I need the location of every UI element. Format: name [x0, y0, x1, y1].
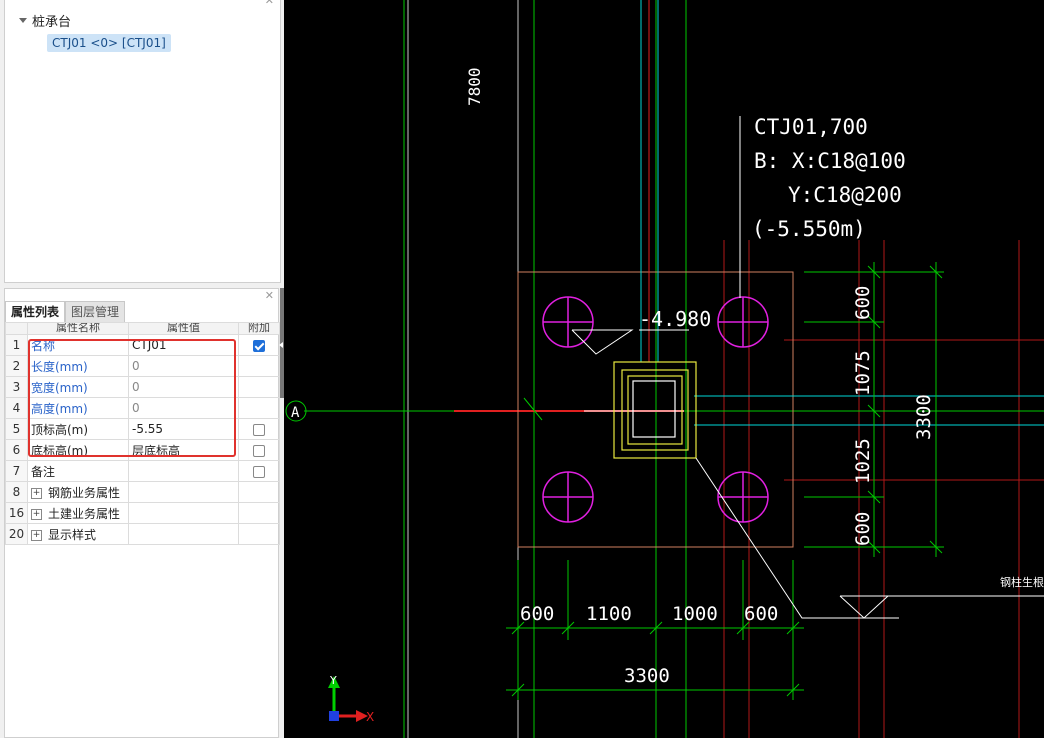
table-row[interactable]: 16 + 土建业务属性: [5, 502, 280, 524]
close-icon[interactable]: ✕: [265, 289, 274, 302]
checkbox[interactable]: [253, 423, 265, 436]
column-header-extra: 附加: [238, 322, 280, 335]
checkbox[interactable]: [253, 465, 265, 478]
dim-right-2: 1075: [852, 350, 874, 396]
green-grid: [403, 0, 687, 738]
cad-drawing-canvas[interactable]: A -4.980 CTJ01,700 B: X:C18@100 Y:C18@20…: [284, 0, 1044, 738]
level-label: -4.980: [639, 307, 711, 331]
group-label: 土建业务属性: [48, 506, 121, 521]
extra-cell: [238, 439, 280, 461]
note-line-4: (-5.550m): [752, 217, 866, 241]
component-tree: ✕ 桩承台 CTJ01 <0> [CTJ01]: [4, 0, 281, 283]
extra-cell: [238, 481, 280, 503]
ucs-x-label: X: [366, 710, 374, 724]
row-number: 16: [5, 502, 28, 524]
property-value[interactable]: [128, 460, 239, 482]
tree-node-root[interactable]: 桩承台: [19, 11, 71, 30]
collapse-arrow-icon[interactable]: [279, 342, 283, 348]
collapse-arrow-icon[interactable]: [19, 18, 27, 23]
extra-cell: [238, 355, 280, 377]
note-line-2: B: X:C18@100: [754, 149, 906, 173]
group-label: 钢筋业务属性: [48, 485, 121, 500]
property-group[interactable]: + 土建业务属性: [27, 502, 129, 524]
extra-cell: [238, 523, 280, 545]
property-group[interactable]: + 钢筋业务属性: [27, 481, 129, 503]
property-value: [128, 523, 239, 545]
column-header-name: 属性名称: [27, 322, 129, 335]
extra-cell: [238, 460, 280, 482]
property-value: [128, 502, 239, 524]
property-group[interactable]: + 显示样式: [27, 523, 129, 545]
expand-icon[interactable]: +: [31, 529, 42, 541]
row-number: 4: [5, 397, 28, 419]
group-label: 显示样式: [48, 527, 97, 542]
tree-node-child[interactable]: CTJ01 <0> [CTJ01]: [47, 34, 171, 52]
extra-cell: [238, 397, 280, 419]
side-note: 钢柱生根标高: [1000, 575, 1044, 589]
dim-right-3: 1025: [852, 438, 874, 484]
left-panel: ✕ 桩承台 CTJ01 <0> [CTJ01] ✕ 属性列表 图层管理 属性名称…: [0, 0, 284, 738]
row-number: 8: [5, 481, 28, 503]
row-number: 2: [5, 355, 28, 377]
row-number: 5: [5, 418, 28, 440]
panel-tabs: 属性列表 图层管理: [5, 301, 126, 323]
checkbox[interactable]: [253, 444, 265, 457]
table-row[interactable]: 8 + 钢筋业务属性: [5, 481, 280, 503]
extra-cell: [238, 502, 280, 524]
ucs-y-label: Y: [329, 674, 337, 687]
dim-top: 7800: [465, 67, 484, 106]
property-name: 备注: [27, 460, 129, 482]
table-row[interactable]: 20 + 显示样式: [5, 523, 280, 545]
extra-cell: [238, 334, 280, 356]
dim-bottom-3: 1000: [672, 603, 718, 625]
cad-drawing: A -4.980 CTJ01,700 B: X:C18@100 Y:C18@20…: [285, 0, 1044, 738]
extra-cell: [238, 376, 280, 398]
dim-bottom-total: 3300: [624, 665, 670, 687]
expand-icon[interactable]: +: [31, 487, 42, 499]
axis-label: A: [291, 405, 300, 421]
row-number: 6: [5, 439, 28, 461]
row-number: 20: [5, 523, 28, 545]
highlight-box: [28, 339, 236, 457]
property-value: [128, 481, 239, 503]
tab-layer-management[interactable]: 图层管理: [65, 301, 126, 323]
dim-bottom-1: 600: [520, 603, 554, 625]
table-row[interactable]: 7 备注: [5, 460, 280, 482]
close-icon[interactable]: ✕: [265, 0, 274, 7]
column-header-value: 属性值: [128, 322, 239, 335]
row-number: 3: [5, 376, 28, 398]
expand-icon[interactable]: +: [31, 508, 42, 520]
red-grid: [723, 240, 1044, 738]
tab-properties[interactable]: 属性列表: [5, 301, 66, 323]
row-number: 1: [5, 334, 28, 356]
dim-right-1: 600: [852, 286, 874, 320]
dim-right-4: 600: [852, 512, 874, 546]
dim-bottom-4: 600: [744, 603, 778, 625]
grid-lines: [407, 0, 519, 738]
checkbox-checked[interactable]: [253, 339, 265, 352]
tree-node-label: 桩承台: [32, 15, 72, 30]
column-header-index: [5, 322, 28, 335]
dim-bottom-2: 1100: [586, 603, 632, 625]
extra-cell: [238, 418, 280, 440]
dim-right-total: 3300: [913, 394, 935, 440]
note-line-1: CTJ01,700: [754, 115, 868, 139]
note-line-3: Y:C18@200: [788, 183, 902, 207]
row-number: 7: [5, 460, 28, 482]
